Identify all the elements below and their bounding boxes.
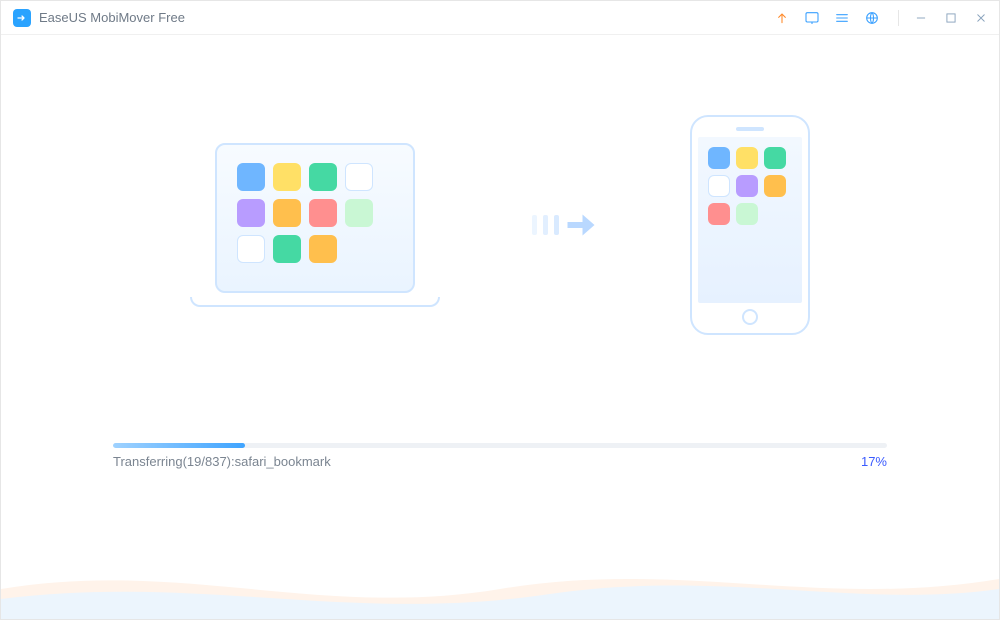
progress-bar bbox=[113, 443, 887, 448]
app-title: EaseUS MobiMover Free bbox=[39, 10, 185, 25]
app-tile bbox=[736, 147, 758, 169]
window-controls bbox=[913, 10, 989, 26]
app-tile bbox=[237, 199, 265, 227]
target-device-phone bbox=[690, 115, 810, 335]
titlebar: EaseUS MobiMover Free bbox=[1, 1, 999, 35]
upgrade-icon[interactable] bbox=[774, 10, 790, 26]
app-tile bbox=[345, 199, 373, 227]
app-tile bbox=[309, 235, 337, 263]
menu-icon[interactable] bbox=[834, 10, 850, 26]
app-tile bbox=[273, 199, 301, 227]
maximize-button[interactable] bbox=[943, 10, 959, 26]
app-tile bbox=[237, 163, 265, 191]
progress-status-text: Transferring(19/837):safari_bookmark bbox=[113, 454, 331, 469]
app-tile bbox=[764, 147, 786, 169]
phone-speaker bbox=[736, 127, 764, 131]
progress-bar-fill bbox=[113, 443, 245, 448]
footer-wave bbox=[1, 549, 999, 619]
progress-percent: 17% bbox=[861, 454, 887, 469]
close-button[interactable] bbox=[973, 10, 989, 26]
minimize-button[interactable] bbox=[913, 10, 929, 26]
app-tile bbox=[736, 175, 758, 197]
phone-home-button bbox=[742, 309, 758, 325]
app-tile bbox=[237, 235, 265, 263]
app-tile bbox=[736, 203, 758, 225]
app-tile bbox=[345, 163, 373, 191]
app-tile bbox=[708, 203, 730, 225]
titlebar-actions bbox=[774, 10, 880, 26]
source-device-laptop bbox=[190, 143, 440, 307]
app-tile bbox=[309, 199, 337, 227]
progress-section: Transferring(19/837):safari_bookmark 17% bbox=[113, 443, 887, 469]
feedback-icon[interactable] bbox=[804, 10, 820, 26]
titlebar-divider bbox=[898, 10, 899, 26]
app-tile bbox=[708, 147, 730, 169]
phone-screen bbox=[698, 137, 802, 303]
app-tile bbox=[309, 163, 337, 191]
laptop-screen bbox=[215, 143, 415, 293]
app-tile bbox=[273, 235, 301, 263]
app-tile bbox=[273, 163, 301, 191]
globe-icon[interactable] bbox=[864, 10, 880, 26]
transfer-arrow-icon bbox=[532, 207, 599, 243]
app-tile bbox=[708, 175, 730, 197]
app-logo-icon bbox=[13, 9, 31, 27]
laptop-base bbox=[190, 297, 440, 307]
transfer-illustration bbox=[190, 105, 810, 345]
app-tile bbox=[764, 175, 786, 197]
